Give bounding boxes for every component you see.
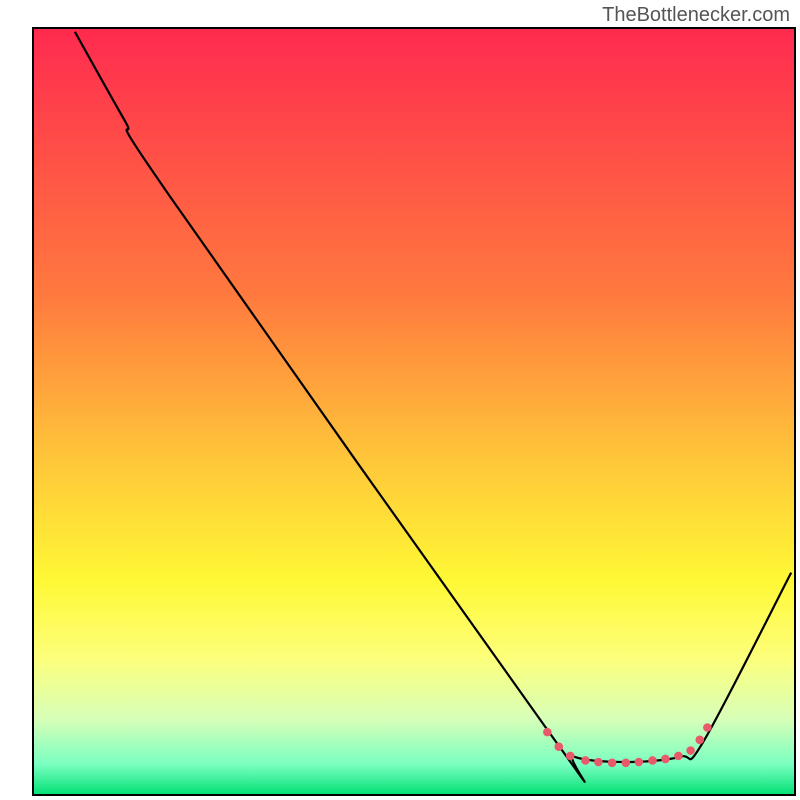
marker-dot — [695, 735, 704, 744]
watermark-text: TheBottlenecker.com — [602, 4, 790, 27]
marker-dot — [634, 758, 643, 767]
marker-dot — [674, 752, 683, 761]
marker-dot — [554, 742, 563, 751]
marker-dot — [594, 758, 603, 767]
marker-dot — [703, 723, 712, 732]
marker-dot — [622, 758, 631, 767]
marker-dot — [608, 758, 617, 767]
marker-dot — [648, 756, 657, 765]
gradient-background — [33, 28, 795, 795]
marker-dot — [661, 755, 670, 764]
marker-dot — [566, 752, 575, 761]
marker-dot — [581, 756, 590, 765]
chart-svg — [0, 0, 800, 800]
marker-dot — [543, 728, 552, 737]
bottleneck-chart: TheBottlenecker.com — [0, 0, 800, 800]
marker-dot — [686, 746, 695, 755]
